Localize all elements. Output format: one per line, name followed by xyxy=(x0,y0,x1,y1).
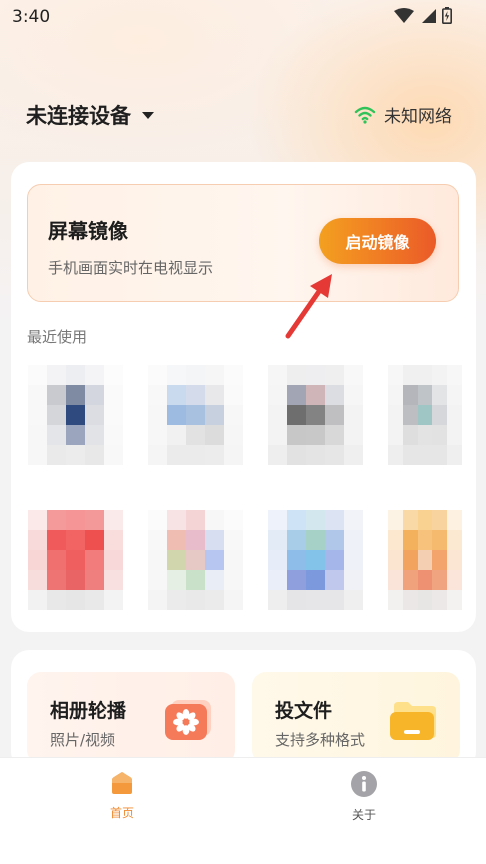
nav-about[interactable]: 关于 xyxy=(324,770,404,823)
cast-files-card[interactable]: 投文件 支持多种格式 xyxy=(252,672,460,764)
battery-icon xyxy=(442,7,452,24)
recent-thumbnail[interactable] xyxy=(268,365,363,465)
recent-thumbnail[interactable] xyxy=(28,365,123,465)
cell-signal-icon xyxy=(422,8,436,23)
folder-icon xyxy=(390,702,436,740)
recent-thumbnail[interactable] xyxy=(148,510,243,610)
nav-home-label: 首页 xyxy=(109,806,134,820)
recent-label: 最近使用 xyxy=(27,328,88,346)
album-subtitle: 照片/视频 xyxy=(50,731,116,749)
album-title: 相册轮播 xyxy=(50,700,127,722)
wifi-signal-icon xyxy=(394,7,414,23)
screen-mirror-card[interactable]: 屏幕镜像 手机画面实时在电视显示 启动镜像 xyxy=(27,184,459,302)
recent-thumbnail[interactable] xyxy=(388,510,462,610)
recent-thumbnail[interactable] xyxy=(388,365,462,465)
bottom-nav: 首页 关于 xyxy=(0,757,486,864)
recent-thumbnail[interactable] xyxy=(148,365,243,465)
status-bar: 3:40 xyxy=(0,0,486,34)
status-icons xyxy=(394,7,452,24)
red-arrow-icon xyxy=(285,274,332,339)
files-subtitle: 支持多种格式 xyxy=(275,731,366,749)
nav-about-label: 关于 xyxy=(351,808,376,822)
network-status: 未知网络 xyxy=(354,102,452,127)
album-slideshow-card[interactable]: 相册轮播 照片/视频 xyxy=(27,672,235,764)
recent-thumbnail[interactable] xyxy=(28,510,123,610)
caret-down-icon xyxy=(142,111,154,119)
status-time: 3:40 xyxy=(12,7,51,27)
nav-home[interactable]: 首页 xyxy=(82,770,162,821)
device-selector[interactable]: 未连接设备 xyxy=(26,100,155,130)
files-title: 投文件 xyxy=(275,700,333,722)
photo-flower-icon xyxy=(165,700,211,740)
recent-thumbnail[interactable] xyxy=(268,510,363,610)
wifi-icon xyxy=(354,106,376,124)
info-icon xyxy=(351,771,377,797)
home-icon xyxy=(112,772,132,794)
mirror-title: 屏幕镜像 xyxy=(48,219,128,243)
start-mirror-button[interactable]: 启动镜像 xyxy=(319,218,436,264)
network-label: 未知网络 xyxy=(384,107,452,127)
mirror-subtitle: 手机画面实时在电视显示 xyxy=(48,259,214,277)
device-title: 未连接设备 xyxy=(26,104,131,128)
